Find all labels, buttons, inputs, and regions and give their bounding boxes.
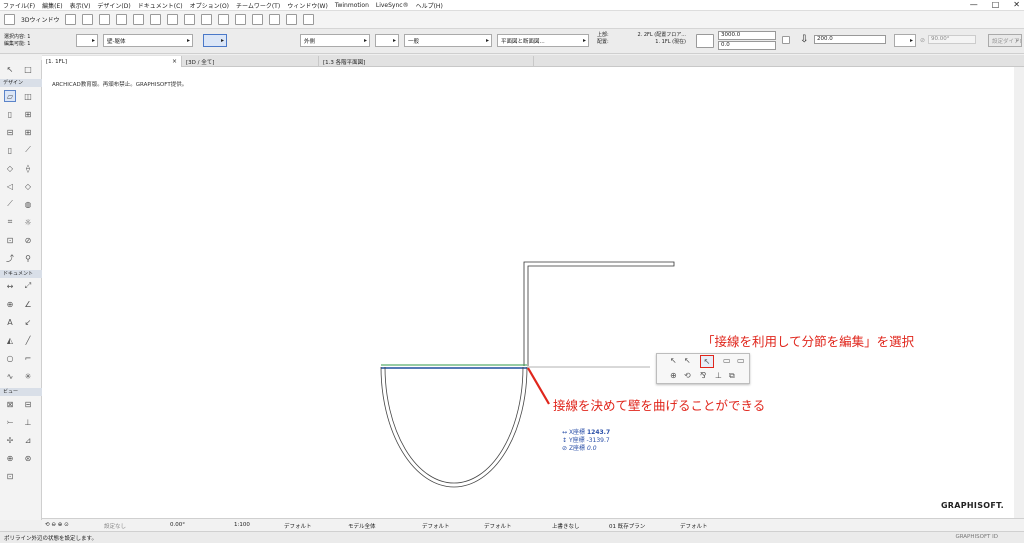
curve-hint-annotation: 接線を決めて壁を曲げることができる xyxy=(553,398,766,413)
z-value: 0.0 xyxy=(586,445,597,452)
y-label: Y座標 xyxy=(568,437,585,444)
vertical-scrollbar[interactable] xyxy=(1014,67,1024,518)
elevate-icon[interactable]: ⊥ xyxy=(715,371,722,380)
scale-value[interactable]: 1:100 xyxy=(234,522,250,528)
curve-edge-icon[interactable]: ▭ xyxy=(723,356,731,365)
status-hint: ポリライン外辺の状態を設定します。 xyxy=(4,536,97,542)
quick-options-bar: ⟲ ⊖ ⊕ ⊙ 設定なし 0.00° 1:100 デフォルト モデル全体 デフォ… xyxy=(42,518,1024,531)
orientation-value[interactable]: 0.00° xyxy=(170,522,185,528)
mirror-icon[interactable]: ⅋ xyxy=(700,371,706,380)
x-value: 1243.7 xyxy=(586,429,611,436)
drag-copy-icon[interactable]: ⧉ xyxy=(729,371,735,381)
x-coord-icon: ↔ xyxy=(562,429,569,436)
wall-drawing[interactable] xyxy=(0,0,1024,543)
edit-tangent-segment-icon[interactable]: ↖ xyxy=(700,355,714,368)
z-label: Z座標 xyxy=(568,445,586,452)
insert-node-icon[interactable]: ↖ xyxy=(670,356,677,365)
status-footer: ポリライン外辺の状態を設定します。 GRAPHISOFT ID xyxy=(0,531,1024,543)
x-label: X座標 xyxy=(568,429,586,436)
pen-set-value[interactable]: デフォルト xyxy=(422,522,450,530)
annotation-arrow xyxy=(527,367,550,405)
graphic-override-value[interactable]: デフォルト xyxy=(680,522,708,530)
model-view-value[interactable]: モデル全体 xyxy=(348,522,376,530)
offset-edge-icon[interactable]: ↖ xyxy=(684,356,691,365)
select-hint-annotation: 「接線を利用して分節を編集」を選択 xyxy=(702,334,915,349)
straight-walls[interactable] xyxy=(523,261,675,366)
navigation-icons[interactable]: ⟲ ⊖ ⊕ ⊙ xyxy=(45,522,69,528)
y-value: -3139.7 xyxy=(586,437,610,444)
curved-wall[interactable] xyxy=(380,366,528,488)
pet-palette: ↖ ↖ ↖ ▭ ▭ ⊕ ⟲ ⅋ ⊥ ⧉ xyxy=(656,353,750,384)
override-value[interactable]: 上書きなし xyxy=(552,522,580,530)
renovation-value[interactable]: 01 既存プラン xyxy=(609,522,645,530)
dimension-value[interactable]: デフォルト xyxy=(484,522,512,530)
y-coord-icon: ↕ xyxy=(562,437,569,444)
z-coord-icon: ⊘ xyxy=(562,445,569,452)
move-icon[interactable]: ⊕ xyxy=(670,371,677,380)
edited-wall[interactable] xyxy=(381,364,650,369)
rotate-icon[interactable]: ⟲ xyxy=(684,371,691,380)
offset-all-icon[interactable]: ▭ xyxy=(737,356,745,365)
layer-combination-value[interactable]: デフォルト xyxy=(284,522,312,530)
undo-zoom-label[interactable]: 設定なし xyxy=(104,522,126,530)
coordinate-tracker: ↔ X座標 1243.7 ↕ Y座標 -3139.7 ⊘ Z座標 0.0 xyxy=(562,429,610,453)
graphisoft-id[interactable]: GRAPHISOFT ID xyxy=(955,534,998,540)
